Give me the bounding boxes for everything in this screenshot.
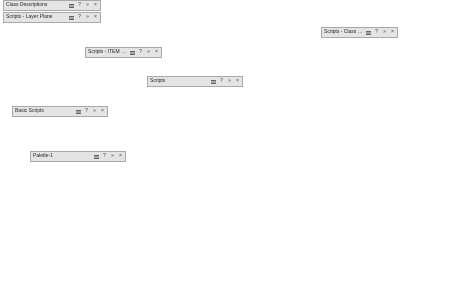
palette-title: Scripts - ITEM Re... xyxy=(88,49,127,55)
menu-icon[interactable] xyxy=(211,78,216,85)
help-button[interactable]: ? xyxy=(219,78,224,85)
collapse-button[interactable]: » xyxy=(85,14,90,21)
help-button[interactable]: ? xyxy=(374,29,379,36)
palette-scripts-layer-plane[interactable]: Scripts - Layer Plane ? » × xyxy=(3,12,101,23)
close-button[interactable]: × xyxy=(93,2,98,9)
menu-icon[interactable] xyxy=(76,108,81,115)
menu-icon[interactable] xyxy=(69,2,74,9)
palette-title: Scripts xyxy=(150,78,166,84)
close-button[interactable]: × xyxy=(235,78,240,85)
palette-scripts-class-ed[interactable]: Scripts - Class Ed... ? » × xyxy=(321,27,398,38)
menu-icon[interactable] xyxy=(69,14,74,21)
menu-icon[interactable] xyxy=(130,49,135,56)
palette-title: Basic Scripts xyxy=(15,108,44,114)
collapse-button[interactable]: » xyxy=(92,108,97,115)
palette-scripts-item-re[interactable]: Scripts - ITEM Re... ? » × xyxy=(85,47,162,58)
palette-title: Palette-1 xyxy=(33,153,54,159)
collapse-button[interactable]: » xyxy=(227,78,232,85)
menu-icon[interactable] xyxy=(94,153,99,160)
help-button[interactable]: ? xyxy=(138,49,143,56)
help-button[interactable]: ? xyxy=(102,153,107,160)
palette-title: Class Descriptions xyxy=(6,2,48,8)
collapse-button[interactable]: » xyxy=(110,153,115,160)
help-button[interactable]: ? xyxy=(84,108,89,115)
palette-basic-scripts[interactable]: Basic Scripts ? » × xyxy=(12,106,108,117)
help-button[interactable]: ? xyxy=(77,14,82,21)
workspace-canvas: Class Descriptions ? » × Scripts - Layer… xyxy=(0,0,474,286)
collapse-button[interactable]: » xyxy=(382,29,387,36)
close-button[interactable]: × xyxy=(154,49,159,56)
palette-scripts[interactable]: Scripts ? » × xyxy=(147,76,243,87)
close-button[interactable]: × xyxy=(390,29,395,36)
collapse-button[interactable]: » xyxy=(85,2,90,9)
palette-title: Scripts - Class Ed... xyxy=(324,29,363,35)
close-button[interactable]: × xyxy=(100,108,105,115)
help-button[interactable]: ? xyxy=(77,2,82,9)
close-button[interactable]: × xyxy=(93,14,98,21)
palette-palette-1[interactable]: Palette-1 ? » × xyxy=(30,151,126,162)
palette-title: Scripts - Layer Plane xyxy=(6,14,53,20)
palette-class-descriptions[interactable]: Class Descriptions ? » × xyxy=(3,0,101,11)
menu-icon[interactable] xyxy=(366,29,371,36)
collapse-button[interactable]: » xyxy=(146,49,151,56)
close-button[interactable]: × xyxy=(118,153,123,160)
